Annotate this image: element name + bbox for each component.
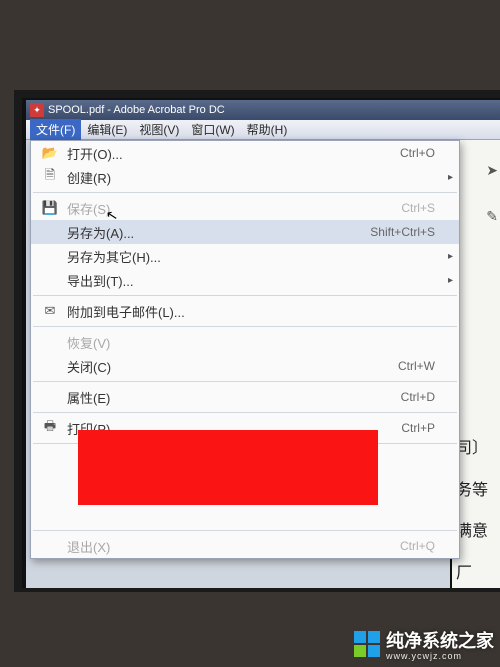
menu-item-shortcut: Shift+Ctrl+S bbox=[370, 225, 441, 239]
watermark-logo-icon bbox=[354, 631, 380, 657]
create-icon: 🗎 bbox=[37, 166, 63, 188]
watermark: 纯净系统之家 www.ycwjz.com bbox=[354, 627, 494, 661]
watermark-url: www.ycwjz.com bbox=[386, 651, 494, 661]
menu-item-label: 保存(S) bbox=[63, 199, 401, 218]
menu-item[interactable]: 关闭(C)Ctrl+W bbox=[31, 354, 459, 378]
doc-text-line: 满意厂 bbox=[456, 511, 496, 588]
menu-item-label: 恢复(V) bbox=[63, 333, 435, 352]
menu-separator bbox=[33, 192, 457, 193]
menu-view[interactable]: 视图(V) bbox=[133, 119, 185, 140]
menu-item-shortcut: Ctrl+W bbox=[398, 359, 441, 373]
menu-separator bbox=[33, 295, 457, 296]
doc-text-line: 务等 bbox=[456, 470, 496, 512]
chevron-right-icon: ▸ bbox=[441, 251, 453, 262]
menu-separator bbox=[33, 326, 457, 327]
menu-bar: 文件(F) 编辑(E) 视图(V) 窗口(W) 帮助(H) bbox=[26, 120, 500, 140]
pdf-app-icon: ✦ bbox=[30, 103, 44, 117]
menu-item-label: 另存为(A)... bbox=[63, 223, 370, 242]
menu-separator bbox=[33, 381, 457, 382]
save-icon: 💾 bbox=[37, 200, 63, 216]
redaction-block bbox=[78, 430, 378, 505]
menu-window[interactable]: 窗口(W) bbox=[185, 119, 240, 140]
menu-edit[interactable]: 编辑(E) bbox=[81, 119, 133, 140]
menu-item-label: 打开(O)... bbox=[63, 144, 400, 163]
menu-item-label: 退出(X) bbox=[63, 537, 400, 556]
menu-item-shortcut: Ctrl+O bbox=[400, 146, 441, 160]
doc-text-line: 司〕 bbox=[456, 428, 496, 470]
right-toolbar: ➤ ✎ bbox=[486, 140, 498, 235]
chevron-right-icon: ▸ bbox=[441, 275, 453, 286]
menu-item[interactable]: 导出到(T)... ▸ bbox=[31, 268, 459, 292]
watermark-brand: 纯净系统之家 bbox=[386, 627, 494, 653]
window-title: SPOOL.pdf - Adobe Acrobat Pro DC bbox=[48, 104, 225, 116]
menu-item: 退出(X)Ctrl+Q bbox=[31, 534, 459, 558]
menu-item-label: 属性(E) bbox=[63, 388, 401, 407]
menu-item[interactable]: 另存为其它(H)... ▸ bbox=[31, 244, 459, 268]
menu-file[interactable]: 文件(F) bbox=[30, 119, 81, 140]
menu-item-label: 关闭(C) bbox=[63, 357, 398, 376]
menu-item[interactable]: 📂打开(O)...Ctrl+O bbox=[31, 141, 459, 165]
menu-item-label: 另存为其它(H)... bbox=[63, 247, 435, 266]
menu-item-shortcut: Ctrl+P bbox=[401, 421, 441, 435]
menu-item-shortcut: Ctrl+S bbox=[401, 201, 441, 215]
monitor-frame: ✦ SPOOL.pdf - Adobe Acrobat Pro DC 文件(F)… bbox=[14, 90, 500, 592]
menu-help[interactable]: 帮助(H) bbox=[241, 119, 294, 140]
menu-separator bbox=[33, 530, 457, 531]
menu-item[interactable]: 属性(E)Ctrl+D bbox=[31, 385, 459, 409]
mail-icon: ✉ bbox=[37, 303, 63, 319]
menu-item-label: 导出到(T)... bbox=[63, 271, 435, 290]
menu-item: 💾保存(S)Ctrl+S bbox=[31, 196, 459, 220]
screen-area: ✦ SPOOL.pdf - Adobe Acrobat Pro DC 文件(F)… bbox=[26, 100, 500, 588]
menu-separator bbox=[33, 412, 457, 413]
folder-open-icon: 📂 bbox=[37, 145, 63, 161]
edit-tool-icon[interactable]: ✎ bbox=[486, 198, 498, 234]
menu-item[interactable]: 🗎创建(R) ▸ bbox=[31, 165, 459, 189]
title-bar: ✦ SPOOL.pdf - Adobe Acrobat Pro DC bbox=[26, 100, 500, 120]
menu-item[interactable]: 另存为(A)...Shift+Ctrl+S bbox=[31, 220, 459, 244]
cursor-tool-icon[interactable]: ➤ bbox=[486, 152, 498, 188]
menu-item-label: 附加到电子邮件(L)... bbox=[63, 302, 435, 321]
menu-item[interactable]: ✉附加到电子邮件(L)... bbox=[31, 299, 459, 323]
chevron-right-icon: ▸ bbox=[441, 172, 453, 183]
menu-item: 恢复(V) bbox=[31, 330, 459, 354]
menu-item-label: 创建(R) bbox=[63, 168, 435, 187]
print-icon: 🖶 bbox=[37, 417, 63, 439]
menu-item-shortcut: Ctrl+Q bbox=[400, 539, 441, 553]
menu-item-shortcut: Ctrl+D bbox=[401, 390, 441, 404]
